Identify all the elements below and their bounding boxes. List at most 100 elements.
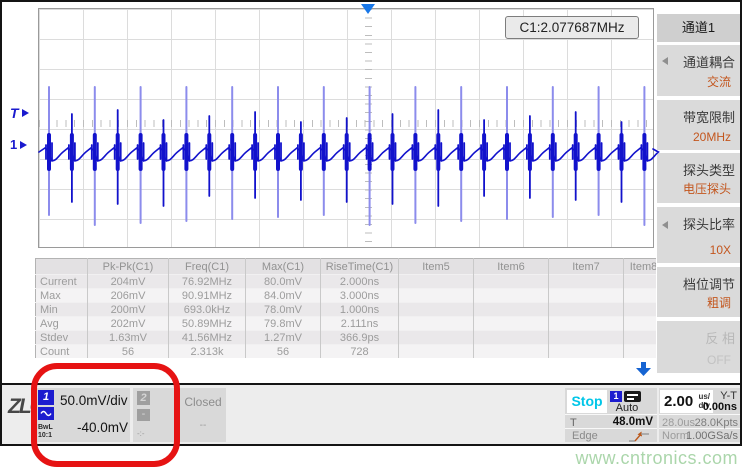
table-row: Stdev 1.63mV 41.56MHz 1.27mV 366.9ps bbox=[35, 330, 656, 345]
channel2-closed-box[interactable]: Closed -- bbox=[180, 388, 226, 442]
channel1-badge: 1 bbox=[38, 390, 54, 405]
channel2-badge: 2 bbox=[137, 391, 150, 405]
value-cell: 202mV bbox=[87, 316, 169, 331]
trigger-source-badges: 1 bbox=[610, 391, 641, 402]
value-cell bbox=[473, 316, 549, 331]
submenu-left-arrow-icon bbox=[662, 57, 668, 65]
value-cell: 78.0mV bbox=[245, 302, 321, 317]
row-label-cell: Min bbox=[35, 302, 88, 317]
table-row: Min 200mV 693.0kHz 78.0mV 1.000ns bbox=[35, 302, 656, 317]
value-cell: 80.0mV bbox=[245, 274, 321, 289]
right-arrow-icon bbox=[20, 140, 28, 149]
table-header-cell: Pk-Pk(C1) bbox=[87, 258, 169, 275]
measurement-table: Pk-Pk(C1) Freq(C1) Max(C1) RiseTime(C1) Item… bbox=[35, 258, 656, 358]
menu-item-probe-type[interactable]: 探头类型 电压探头 bbox=[657, 153, 740, 203]
channel2-status-text: Closed bbox=[184, 395, 222, 409]
value-cell bbox=[473, 274, 549, 289]
table-header-cell: Item6 bbox=[473, 258, 549, 275]
trigger-position-icon[interactable] bbox=[361, 4, 375, 14]
menu-value: 电压探头 bbox=[682, 182, 731, 196]
oscilloscope-screen: T 1 C1:2.077687MHz Pk-Pk(C1) Freq(C1) Max(… bbox=[0, 0, 742, 471]
value-cell bbox=[473, 302, 549, 317]
value-cell: 56 bbox=[87, 344, 169, 358]
value-cell: 90.91MHz bbox=[168, 288, 246, 303]
value-cell bbox=[623, 288, 656, 303]
value-cell bbox=[398, 288, 474, 303]
table-header-cell bbox=[35, 258, 88, 275]
value-cell bbox=[623, 302, 656, 317]
value-cell: 204mV bbox=[87, 274, 169, 289]
memory-depth: 28.0Kpts bbox=[694, 417, 738, 429]
channel1-trace bbox=[38, 86, 660, 226]
value-cell: 1.27mV bbox=[245, 330, 321, 345]
value-cell: 1.000ns bbox=[320, 302, 399, 317]
value-cell bbox=[548, 288, 624, 303]
menu-item-bandwidth[interactable]: 带宽限制 20MHz bbox=[657, 100, 740, 150]
trigger-menu-icon bbox=[624, 391, 641, 402]
trigger-type-label: Edge bbox=[572, 430, 598, 442]
value-cell: 200mV bbox=[87, 302, 169, 317]
menu-item-gear-adjust[interactable]: 档位调节 粗调 bbox=[657, 267, 740, 317]
value-cell bbox=[623, 316, 656, 331]
value-cell: 50.89MHz bbox=[168, 316, 246, 331]
submenu-left-arrow-icon bbox=[662, 221, 668, 229]
menu-value: 粗调 bbox=[706, 296, 731, 310]
table-row: Avg 202mV 50.89MHz 79.8mV 2.111ns bbox=[35, 316, 656, 331]
channel1-position-marker[interactable]: 1 bbox=[10, 137, 28, 152]
table-header-cell: Max(C1) bbox=[245, 258, 321, 275]
row-label-cell: Max bbox=[35, 288, 88, 303]
right-arrow-icon bbox=[21, 109, 29, 117]
acquisition-state: Stop bbox=[567, 390, 607, 413]
probe-ratio-text: 10:1 bbox=[38, 431, 53, 439]
trigger-mode: Auto bbox=[615, 402, 639, 414]
menu-label: 探头比率 bbox=[682, 217, 735, 232]
table-header-row: Pk-Pk(C1) Freq(C1) Max(C1) RiseTime(C1) Item… bbox=[35, 258, 656, 275]
value-cell bbox=[398, 274, 474, 289]
menu-label: 档位调节 bbox=[682, 277, 735, 292]
channel1-status-box[interactable]: 1 BwL 10:1 50.0mV/div -40.0mV bbox=[35, 388, 130, 442]
table-row: Count 56 2.313k 56 728 bbox=[35, 344, 656, 358]
menu-item-coupling[interactable]: 通道耦合 交流 bbox=[657, 45, 740, 96]
status-bar: ZLG® 1 BwL 10:1 50.0mV/div -40.0mV 2 - -… bbox=[2, 383, 740, 444]
table-row: Max 206mV 90.91MHz 84.0mV 3.000ns bbox=[35, 288, 656, 303]
rising-edge-icon bbox=[627, 430, 651, 448]
trigger-status-box[interactable]: Stop 1 Auto T 48.0mV Edge bbox=[565, 388, 657, 442]
trigger-level-label: T bbox=[10, 105, 19, 121]
menu-value: 10X bbox=[709, 243, 731, 257]
table-header-cell: Item8 bbox=[623, 258, 656, 275]
trigger-delay: 0.00ns bbox=[702, 401, 737, 413]
timebase-scale: 2.00 bbox=[664, 393, 694, 410]
value-cell: 728 bbox=[320, 344, 399, 358]
menu-label: 通道耦合 bbox=[682, 55, 735, 70]
channel1-marker-label: 1 bbox=[10, 137, 18, 152]
value-cell bbox=[473, 288, 549, 303]
trigger-channel-badge: 1 bbox=[610, 391, 622, 402]
time-window: 28.0us bbox=[662, 417, 696, 429]
table-header-cell: RiseTime(C1) bbox=[320, 258, 399, 275]
value-cell: 79.8mV bbox=[245, 316, 321, 331]
value-cell bbox=[398, 302, 474, 317]
trigger-level-marker[interactable]: T bbox=[10, 105, 29, 121]
bw-limit-text: BwL bbox=[38, 424, 53, 431]
table-row: Current 204mV 76.92MHz 80.0mV 2.000ns bbox=[35, 274, 656, 289]
row-label-cell: Current bbox=[35, 274, 88, 289]
menu-value: 20MHz bbox=[692, 130, 731, 144]
value-cell: 2.000ns bbox=[320, 274, 399, 289]
scroll-down-button[interactable] bbox=[636, 362, 651, 381]
acquire-mode: Norm bbox=[662, 430, 689, 442]
divider bbox=[659, 414, 740, 415]
table-header-cell: Item5 bbox=[398, 258, 474, 275]
sample-rate: 1.00GSa/s bbox=[686, 430, 738, 442]
value-cell bbox=[548, 344, 624, 358]
value-cell: 56 bbox=[245, 344, 321, 358]
channel1-offset: -40.0mV bbox=[77, 420, 129, 435]
menu-value: 交流 bbox=[706, 75, 731, 89]
value-cell: 1.63mV bbox=[87, 330, 169, 345]
value-cell bbox=[548, 330, 624, 345]
divider bbox=[565, 414, 657, 415]
timebase-status-box[interactable]: 2.00 us/ div Y-T 0.00ns 28.0us 28.0Kpts … bbox=[659, 388, 740, 442]
channel2-time-label: -:- bbox=[137, 429, 145, 438]
watermark: www.cntronics.com bbox=[575, 448, 738, 468]
channel2-status-box[interactable]: 2 - -:- bbox=[133, 388, 178, 442]
menu-item-probe-ratio[interactable]: 探头比率 10X bbox=[657, 207, 740, 263]
